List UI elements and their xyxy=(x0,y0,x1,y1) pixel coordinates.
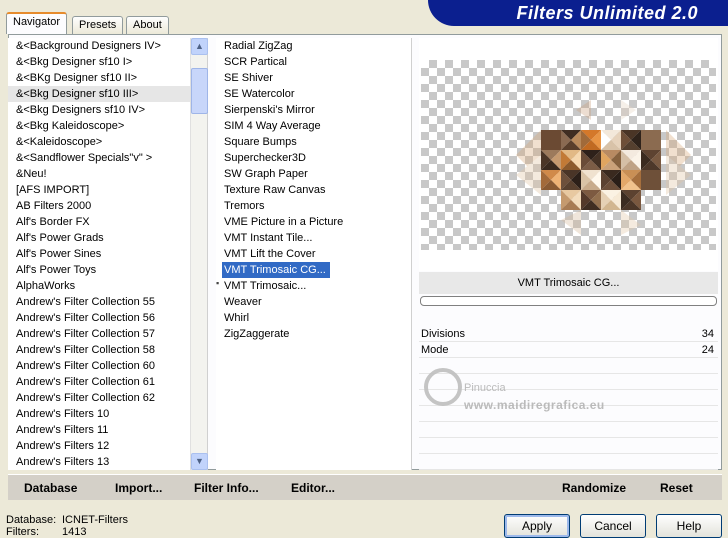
apply-button[interactable]: Apply xyxy=(504,514,570,538)
param-row-empty xyxy=(419,454,718,470)
filters-label: Filters: xyxy=(6,526,39,538)
param-row-empty xyxy=(419,390,718,406)
filter-item[interactable]: VMT Instant Tile... xyxy=(216,230,411,246)
database-label: Database: xyxy=(6,514,57,526)
status-area: Database: ICNET-Filters Filters: 1413 xyxy=(6,514,128,538)
filter-item[interactable]: Texture Raw Canvas xyxy=(216,182,411,198)
category-list[interactable]: &<Background Designers IV> &<Bkg Designer… xyxy=(8,38,208,470)
filter-item[interactable]: Tremors xyxy=(216,198,411,214)
scroll-down-button[interactable]: ▼ xyxy=(191,453,208,470)
help-button[interactable]: Help xyxy=(656,514,722,538)
category-item[interactable]: &<Bkg Designer sf10 I> xyxy=(8,54,207,70)
filter-item[interactable]: VMT Trimosaic... xyxy=(216,278,411,294)
trimosaic-preview-graphic xyxy=(516,100,691,235)
category-item[interactable]: Alf's Border FX xyxy=(8,214,207,230)
filter-item[interactable]: SIM 4 Way Average xyxy=(216,118,411,134)
filter-item[interactable]: VMT Lift the Cover xyxy=(216,246,411,262)
reset-button[interactable]: Reset xyxy=(660,475,693,501)
filter-list[interactable]: Radial ZigZag SCR Partical SE Shiver SE Wat… xyxy=(216,38,412,470)
filter-item[interactable]: Weaver xyxy=(216,294,411,310)
category-item[interactable]: &<Sandflower Specials"v" > xyxy=(8,150,207,166)
randomize-button[interactable]: Randomize xyxy=(562,475,626,501)
category-item[interactable]: AB Filters 2000 xyxy=(8,198,207,214)
progress-bar xyxy=(420,296,717,306)
param-row-empty xyxy=(419,438,718,454)
category-item[interactable]: Andrew's Filter Collection 56 xyxy=(8,310,207,326)
database-button[interactable]: Database xyxy=(24,475,77,501)
bottom-toolbar: Database Import... Filter Info... Editor… xyxy=(8,474,722,500)
filters-count: 1413 xyxy=(62,526,87,538)
category-item[interactable]: Andrew's Filter Collection 60 xyxy=(8,358,207,374)
category-item[interactable]: Andrew's Filter Collection 55 xyxy=(8,294,207,310)
param-row-empty xyxy=(419,406,718,422)
category-item[interactable]: AlphaWorks xyxy=(8,278,207,294)
category-item[interactable]: &<Background Designers IV> xyxy=(8,38,207,54)
filter-item[interactable]: Sierpenski's Mirror xyxy=(216,102,411,118)
editor-button[interactable]: Editor... xyxy=(291,475,335,501)
category-item[interactable]: &<Kaleidoscope> xyxy=(8,134,207,150)
category-item[interactable]: Andrew's Filters 11 xyxy=(8,422,207,438)
category-item[interactable]: Andrew's Filters 13 xyxy=(8,454,207,470)
database-value: ICNET-Filters xyxy=(62,514,128,526)
param-row[interactable]: Divisions 34 xyxy=(419,326,718,342)
category-item[interactable]: &<Bkg Designers sf10 IV> xyxy=(8,102,207,118)
filter-item[interactable]: Radial ZigZag xyxy=(216,38,411,54)
category-item[interactable]: &<BKg Designer sf10 II> xyxy=(8,70,207,86)
category-item[interactable]: Andrew's Filter Collection 58 xyxy=(8,342,207,358)
param-row-empty xyxy=(419,358,718,374)
filter-item[interactable]: SE Shiver xyxy=(216,70,411,86)
category-item[interactable]: [AFS IMPORT] xyxy=(8,182,207,198)
category-item[interactable]: Andrew's Filter Collection 57 xyxy=(8,326,207,342)
category-item[interactable]: Alf's Power Sines xyxy=(8,246,207,262)
scroll-up-button[interactable]: ▲ xyxy=(191,38,208,55)
category-scrollbar[interactable]: ▲ ▼ xyxy=(190,38,208,470)
param-row-empty xyxy=(419,374,718,390)
filter-item[interactable]: VME Picture in a Picture xyxy=(216,214,411,230)
category-item[interactable]: Andrew's Filters 12 xyxy=(8,438,207,454)
category-item[interactable]: &<Bkg Kaleidoscope> xyxy=(8,118,207,134)
category-item[interactable]: Andrew's Filter Collection 61 xyxy=(8,374,207,390)
category-item[interactable]: Alf's Power Grads xyxy=(8,230,207,246)
filter-item[interactable]: VMT Trimosaic CG... xyxy=(222,262,330,278)
filter-item[interactable]: Whirl xyxy=(216,310,411,326)
selected-filter-name: VMT Trimosaic CG... xyxy=(419,272,718,294)
category-item[interactable]: &Neu! xyxy=(8,166,207,182)
cancel-button[interactable]: Cancel xyxy=(580,514,646,538)
tab-presets[interactable]: Presets xyxy=(72,16,124,34)
param-value: 34 xyxy=(701,328,714,340)
filter-info-button[interactable]: Filter Info... xyxy=(194,475,259,501)
preview-image xyxy=(421,60,716,250)
tab-navigator[interactable]: Navigator xyxy=(6,12,68,34)
category-item[interactable]: Andrew's Filter Collection 62 xyxy=(8,390,207,406)
param-row[interactable]: Mode 24 xyxy=(419,342,718,358)
tab-about[interactable]: About xyxy=(126,16,169,34)
parameter-list: Divisions 34 Mode 24 xyxy=(419,326,718,470)
param-label: Divisions xyxy=(421,328,466,340)
param-row-empty xyxy=(419,422,718,438)
filter-item[interactable]: SCR Partical xyxy=(216,54,411,70)
title-banner: Filters Unlimited 2.0 xyxy=(428,0,728,26)
category-item[interactable]: &<Bkg Designer sf10 III> xyxy=(8,86,207,102)
preview-panel xyxy=(419,38,718,271)
import-button[interactable]: Import... xyxy=(115,475,162,501)
focus-marker-icon: ▪ xyxy=(216,278,220,288)
param-value: 24 xyxy=(701,344,714,356)
category-item[interactable]: Andrew's Filters 10 xyxy=(8,406,207,422)
filter-item[interactable]: Square Bumps xyxy=(216,134,411,150)
filter-item[interactable]: SW Graph Paper xyxy=(216,166,411,182)
app-title: Filters Unlimited 2.0 xyxy=(516,3,698,23)
param-label: Mode xyxy=(421,344,449,356)
filter-item[interactable]: SE Watercolor xyxy=(216,86,411,102)
filter-item[interactable]: Superchecker3D xyxy=(216,150,411,166)
scroll-thumb[interactable] xyxy=(191,68,208,114)
category-item[interactable]: Alf's Power Toys xyxy=(8,262,207,278)
filter-item[interactable]: ZigZaggerate xyxy=(216,326,411,342)
